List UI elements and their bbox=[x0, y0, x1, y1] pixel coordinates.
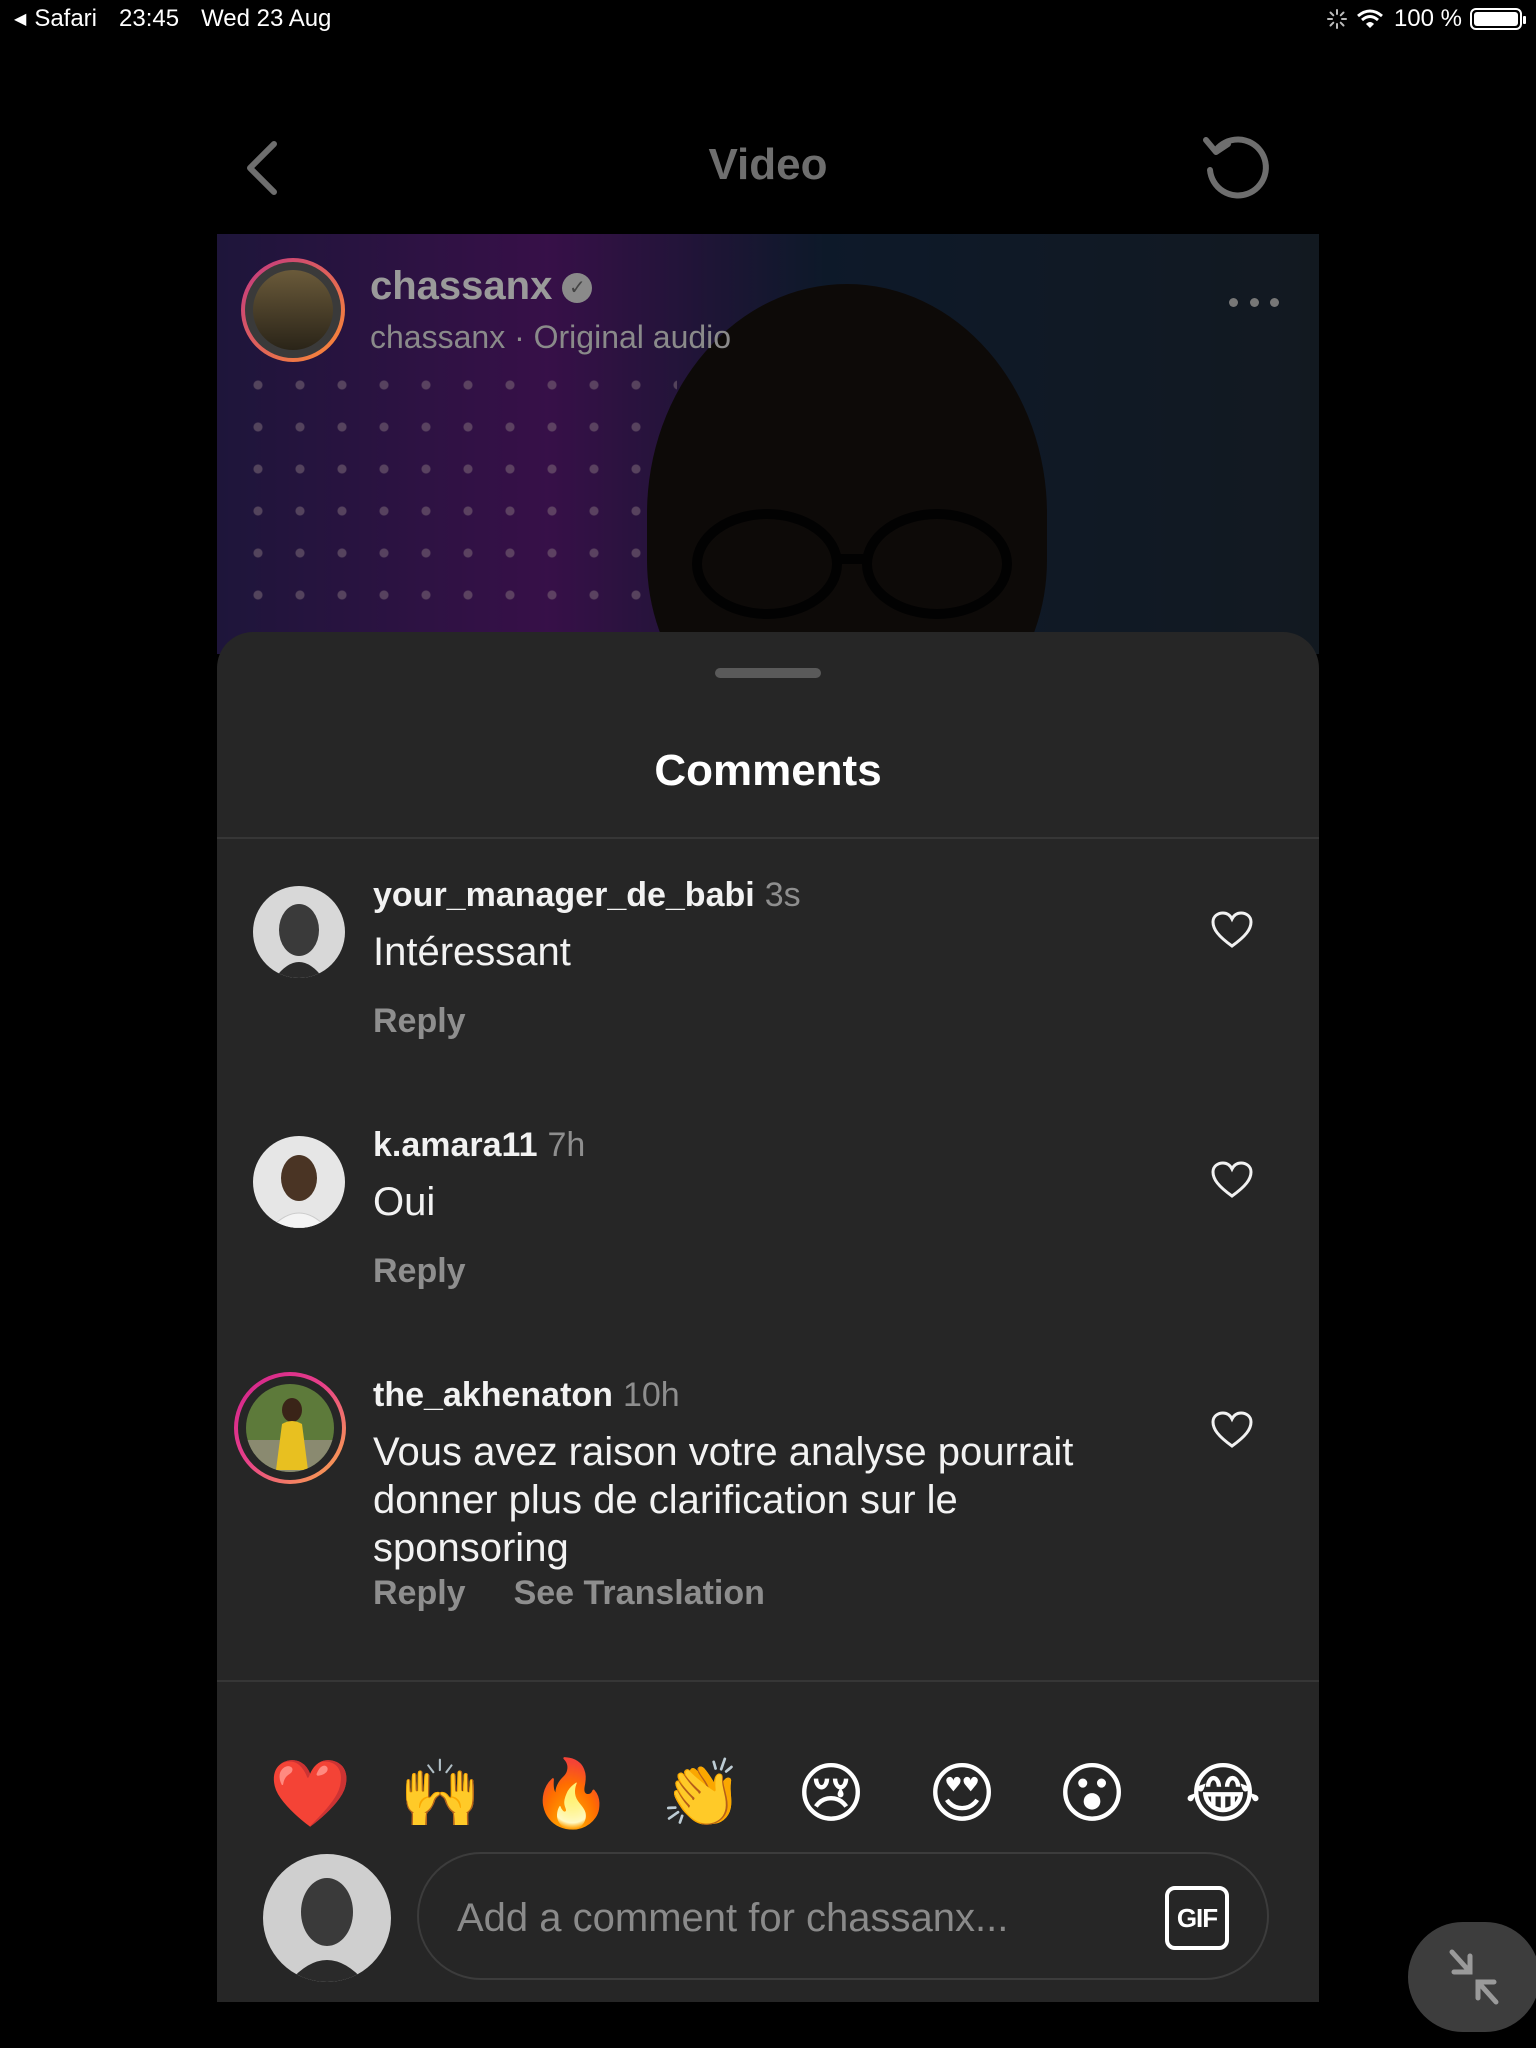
comment-username-text[interactable]: the_akhenaton bbox=[373, 1376, 613, 1414]
emoji-surprised-button[interactable]: 😮 bbox=[1052, 1754, 1132, 1834]
divider bbox=[217, 1680, 1319, 1682]
minimize-button[interactable] bbox=[1408, 1922, 1536, 2032]
comment-actions: Reply See Translation bbox=[373, 1574, 813, 1613]
battery-percentage: 100 % bbox=[1393, 5, 1462, 32]
emoji-reaction-bar: ❤️ 🙌 🔥 👏 😢 😍 😮 😂 bbox=[217, 1726, 1319, 1856]
page-title: Video bbox=[708, 140, 828, 189]
commenter-avatar[interactable] bbox=[253, 1136, 345, 1228]
divider bbox=[217, 837, 1319, 839]
minimize-arrows-icon bbox=[1449, 1949, 1499, 2005]
refresh-icon[interactable] bbox=[1198, 130, 1274, 206]
commenter-avatar-story-ring[interactable] bbox=[234, 1372, 346, 1484]
author-username[interactable]: chassanx ✓ bbox=[370, 264, 593, 309]
comment-text: Oui bbox=[373, 1180, 436, 1224]
gif-button[interactable]: GIF bbox=[1165, 1886, 1229, 1950]
like-heart-icon[interactable] bbox=[1210, 1410, 1254, 1450]
emoji-heart-eyes-button[interactable]: 😍 bbox=[922, 1754, 1002, 1834]
back-to-app-icon[interactable]: ◀ bbox=[14, 9, 26, 29]
reply-button[interactable]: Reply bbox=[373, 1002, 466, 1040]
reply-button[interactable]: Reply bbox=[373, 1574, 466, 1612]
comment-username[interactable]: the_akhenaton 10h bbox=[373, 1376, 680, 1415]
status-bar: ◀ Safari 23:45 Wed 23 Aug 100 % bbox=[0, 0, 1536, 40]
author-username-text[interactable]: chassanx bbox=[370, 264, 552, 308]
comment-actions: Reply bbox=[373, 1002, 514, 1041]
comment-input[interactable] bbox=[455, 1884, 1119, 1952]
emoji-crying-button[interactable]: 😢 bbox=[791, 1754, 871, 1834]
comment-username[interactable]: k.amara11 7h bbox=[373, 1126, 585, 1165]
comment-text: Intéressant bbox=[373, 930, 571, 974]
comment-username-text[interactable]: k.amara11 bbox=[373, 1126, 538, 1164]
sheet-grabber[interactable] bbox=[715, 668, 821, 678]
video-player[interactable]: chassanx ✓ chassanx · Original audio bbox=[217, 234, 1319, 654]
comment-actions: Reply bbox=[373, 1252, 514, 1291]
activity-icon bbox=[1326, 9, 1347, 29]
commenter-avatar[interactable] bbox=[253, 886, 345, 978]
comment-input-container[interactable]: GIF bbox=[417, 1852, 1269, 1980]
audio-label[interactable]: chassanx · Original audio bbox=[370, 319, 731, 356]
reply-button[interactable]: Reply bbox=[373, 1252, 466, 1290]
status-time: 23:45 bbox=[119, 5, 180, 32]
comments-title: Comments bbox=[654, 746, 882, 795]
like-heart-icon[interactable] bbox=[1210, 1160, 1254, 1200]
more-options-icon[interactable] bbox=[1229, 298, 1279, 328]
comment-time: 7h bbox=[547, 1126, 586, 1164]
back-app-label[interactable]: Safari bbox=[34, 5, 97, 33]
emoji-heart-button[interactable]: ❤️ bbox=[269, 1754, 351, 1834]
comment-text: Vous avez raison votre analyse pourrait … bbox=[373, 1430, 1074, 1570]
emoji-raising-hands-button[interactable]: 🙌 bbox=[399, 1754, 481, 1834]
comment-time: 10h bbox=[622, 1376, 680, 1414]
comment-time: 3s bbox=[764, 876, 801, 914]
comment-username[interactable]: your_manager_de_babi 3s bbox=[373, 876, 801, 915]
emoji-fire-button[interactable]: 🔥 bbox=[530, 1754, 612, 1834]
wifi-icon bbox=[1356, 9, 1383, 28]
see-translation-button[interactable]: See Translation bbox=[514, 1574, 765, 1612]
current-user-avatar bbox=[263, 1854, 391, 1982]
status-date: Wed 23 Aug bbox=[201, 5, 332, 32]
verified-icon: ✓ bbox=[562, 273, 593, 304]
like-heart-icon[interactable] bbox=[1210, 910, 1254, 950]
emoji-clapping-button[interactable]: 👏 bbox=[661, 1754, 743, 1834]
author-avatar[interactable] bbox=[241, 258, 345, 362]
comment-username-text[interactable]: your_manager_de_babi bbox=[373, 876, 755, 914]
emoji-laughing-button[interactable]: 😂 bbox=[1183, 1754, 1263, 1834]
battery-icon bbox=[1470, 8, 1526, 30]
comments-sheet: Comments your_manager_de_babi 3s Intéress… bbox=[217, 632, 1319, 2002]
